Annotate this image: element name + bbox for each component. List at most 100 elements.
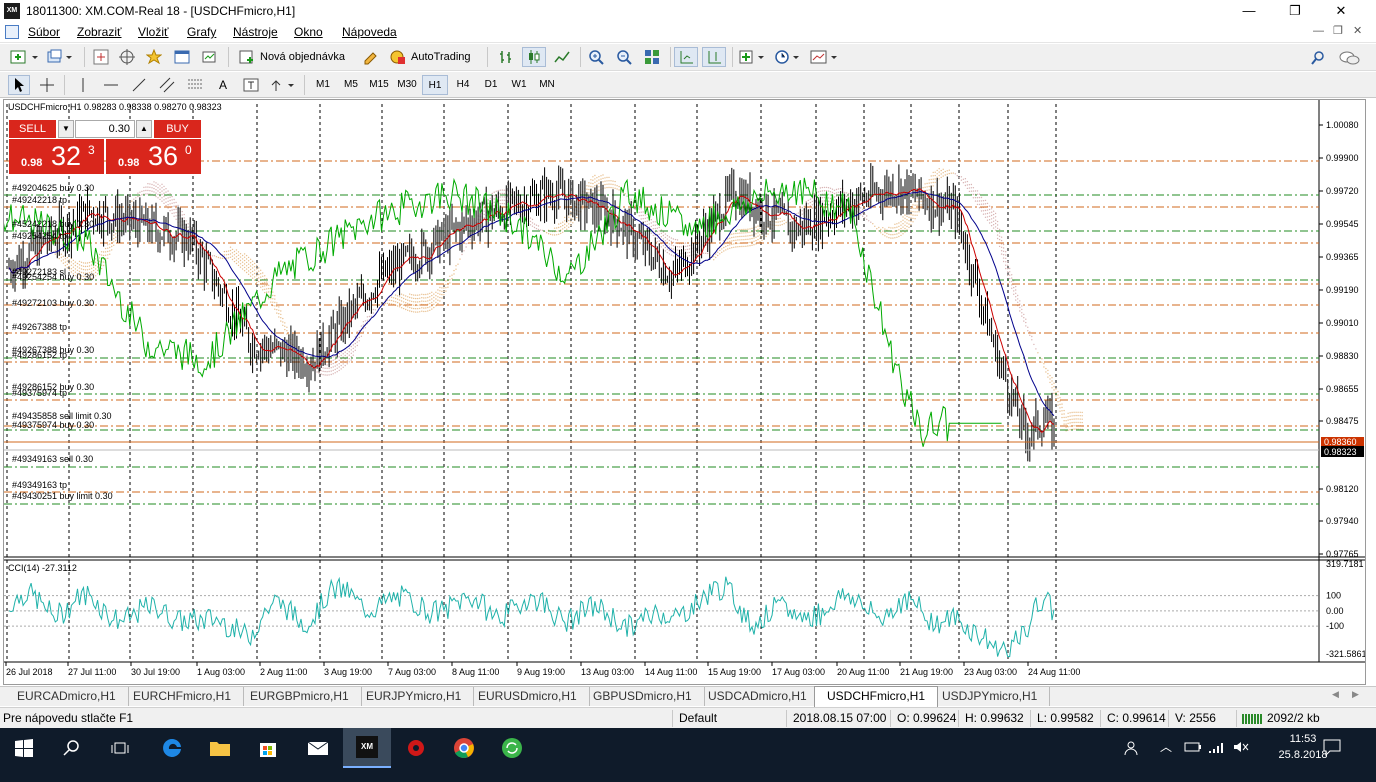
tab-scroll-left-icon[interactable]: ◀ xyxy=(1332,689,1339,700)
child-minimize-button[interactable]: — xyxy=(1313,25,1324,37)
new-order-button[interactable]: Nová objednávka xyxy=(236,47,354,67)
menu-view[interactable]: Zobraziť xyxy=(77,25,122,39)
text-label-button[interactable] xyxy=(240,75,262,95)
horizontal-line-icon xyxy=(104,84,118,86)
tf-m5-button[interactable]: M5 xyxy=(338,75,364,95)
vertical-line-button[interactable] xyxy=(72,75,94,95)
tf-mn-button[interactable]: MN xyxy=(534,75,560,95)
cloud-dot xyxy=(1065,423,1067,425)
lot-decrease-button[interactable]: ▼ xyxy=(58,120,74,138)
equidistant-channel-button[interactable] xyxy=(156,75,178,95)
tray-chevron-icon[interactable]: ︿ xyxy=(1160,738,1172,755)
tab-eurjpy[interactable]: EURJPYmicro,H1 xyxy=(354,687,475,706)
tf-d1-button[interactable]: D1 xyxy=(478,75,504,95)
profiles-button[interactable] xyxy=(46,47,76,67)
candlestick-chart-button[interactable] xyxy=(522,47,546,67)
metaeditor-button[interactable] xyxy=(358,47,382,67)
crosshair-tool-button[interactable] xyxy=(36,75,58,95)
zoom-out-button[interactable] xyxy=(612,47,636,67)
terminal-button[interactable] xyxy=(171,47,193,67)
mail-button[interactable] xyxy=(294,728,342,768)
task-view-button[interactable] xyxy=(96,728,144,768)
menu-charts[interactable]: Grafy xyxy=(187,25,216,39)
tab-gbpusd[interactable]: GBPUSDmicro,H1 xyxy=(581,687,705,706)
volume-muted-icon[interactable] xyxy=(1232,740,1250,757)
tf-m1-button[interactable]: M1 xyxy=(310,75,336,95)
tab-usdchf[interactable]: USDCHFmicro,H1 xyxy=(814,686,939,707)
templates-button[interactable] xyxy=(808,47,842,67)
child-window-icon[interactable] xyxy=(5,25,19,39)
chat-icon[interactable] xyxy=(1338,50,1360,69)
menu-tools[interactable]: Nástroje xyxy=(233,25,278,39)
minimize-window-button[interactable]: — xyxy=(1226,0,1272,22)
arrows-button[interactable] xyxy=(268,75,298,95)
cursor-tool-button[interactable] xyxy=(8,75,30,95)
chart-shift-button[interactable] xyxy=(702,47,726,67)
child-close-button[interactable]: ✕ xyxy=(1353,24,1362,37)
tab-eurchf[interactable]: EURCHFmicro,H1 xyxy=(121,687,245,706)
file-explorer-button[interactable] xyxy=(196,728,244,768)
xm-terminal-button[interactable]: XM xyxy=(343,728,391,768)
data-window-button[interactable] xyxy=(116,47,138,67)
tf-m30-button[interactable]: M30 xyxy=(394,75,420,95)
search-icon[interactable] xyxy=(1310,50,1326,69)
tf-w1-button[interactable]: W1 xyxy=(506,75,532,95)
tile-windows-button[interactable] xyxy=(640,47,664,67)
market-watch-button[interactable] xyxy=(90,47,112,67)
edge-browser-button[interactable] xyxy=(148,728,196,768)
search-taskbar-button[interactable] xyxy=(48,728,96,768)
bar-chart-button[interactable] xyxy=(494,47,518,67)
menu-file[interactable]: Súbor xyxy=(28,25,60,39)
store-button[interactable] xyxy=(244,728,292,768)
child-restore-button[interactable]: ❐ xyxy=(1333,24,1343,37)
tf-m15-button[interactable]: M15 xyxy=(366,75,392,95)
horizontal-line-button[interactable] xyxy=(100,75,122,95)
menu-help[interactable]: Nápoveda xyxy=(342,25,397,39)
buy-button-label[interactable]: BUY xyxy=(154,120,201,138)
battery-icon[interactable] xyxy=(1184,740,1202,757)
close-window-button[interactable]: ✕ xyxy=(1318,0,1364,22)
cloud-dot xyxy=(348,354,350,356)
autotrading-button[interactable]: AutoTrading xyxy=(386,47,482,67)
cloud-dot xyxy=(64,258,67,260)
new-chart-button[interactable] xyxy=(8,47,42,67)
strategy-tester-button[interactable] xyxy=(198,47,220,67)
network-signal-icon[interactable] xyxy=(1208,740,1226,757)
price-chart[interactable]: 1.000800.999000.997200.995450.993650.991… xyxy=(4,100,1365,684)
lot-increase-button[interactable]: ▲ xyxy=(136,120,152,138)
tab-eurgbp[interactable]: EURGBPmicro,H1 xyxy=(238,687,362,706)
tab-usdcad[interactable]: USDCADmicro,H1 xyxy=(696,687,820,706)
sync-app-button[interactable] xyxy=(488,728,536,768)
time-axis-label: 30 Jul 19:00 xyxy=(131,667,180,677)
people-icon[interactable] xyxy=(1124,740,1140,759)
sell-price-button[interactable]: 0.98 32 3 xyxy=(9,139,104,174)
fibonacci-button[interactable] xyxy=(184,75,206,95)
navigator-button[interactable] xyxy=(143,47,165,67)
tab-eurcad[interactable]: EURCADmicro,H1 xyxy=(5,687,129,706)
cloud-dot xyxy=(719,249,721,252)
periods-button[interactable] xyxy=(772,47,804,67)
indicators-button[interactable] xyxy=(738,47,768,67)
tf-h1-button[interactable]: H1 xyxy=(422,75,448,95)
menu-window[interactable]: Okno xyxy=(294,25,323,39)
auto-scroll-button[interactable] xyxy=(674,47,698,67)
game-app-button[interactable] xyxy=(392,728,440,768)
buy-price-button[interactable]: 0.98 36 0 xyxy=(106,139,201,174)
lot-size-input[interactable]: 0.30 xyxy=(75,120,135,138)
line-chart-button[interactable] xyxy=(550,47,574,67)
start-button[interactable] xyxy=(0,728,48,768)
cloud-dot xyxy=(972,193,975,196)
sell-button-label[interactable]: SELL xyxy=(9,120,56,138)
tf-h4-button[interactable]: H4 xyxy=(450,75,476,95)
notifications-icon[interactable] xyxy=(1322,738,1342,759)
chart-window[interactable]: 1.00080 0.99900 0.99720 0.99545 0.99365 0.991… xyxy=(3,99,1366,685)
trendline-button[interactable] xyxy=(128,75,150,95)
restore-window-button[interactable]: ❐ xyxy=(1272,0,1318,22)
chrome-button[interactable] xyxy=(440,728,488,768)
menu-insert[interactable]: Vložiť xyxy=(138,25,169,39)
tab-scroll-right-icon[interactable]: ▶ xyxy=(1352,689,1359,700)
zoom-in-button[interactable] xyxy=(584,47,608,67)
tab-usdjpy[interactable]: USDJPYmicro,H1 xyxy=(930,687,1051,706)
text-tool-button[interactable]: A xyxy=(212,75,234,95)
tab-eurusd[interactable]: EURUSDmicro,H1 xyxy=(466,687,590,706)
